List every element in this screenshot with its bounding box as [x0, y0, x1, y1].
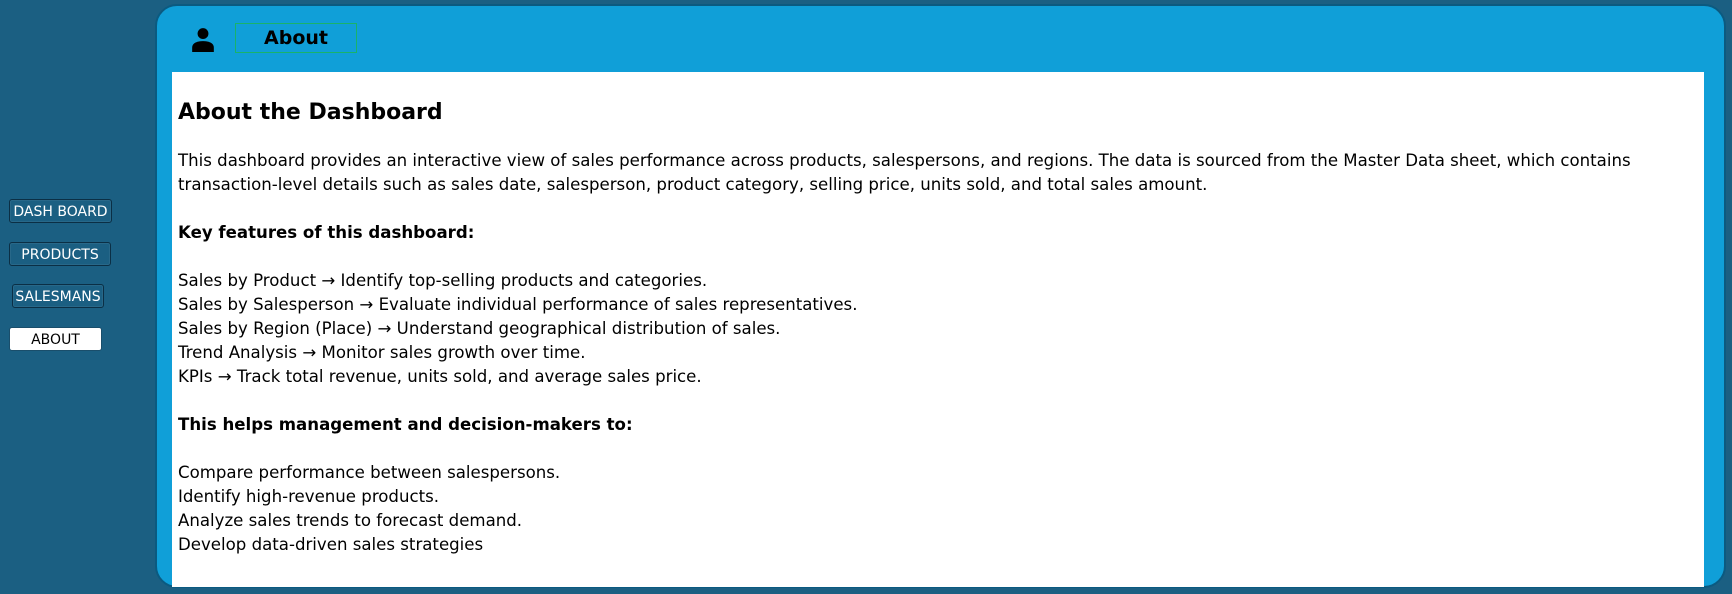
helps-item: Analyze sales trends to forecast demand. — [178, 511, 523, 530]
sidebar: DASH BOARD PRODUCTS SALESMANS ABOUT — [0, 0, 150, 594]
helps-item: Identify high-revenue products. — [178, 487, 440, 506]
helps-heading: This helps management and decision-maker… — [178, 415, 633, 434]
about-content: About the Dashboard This dashboard provi… — [172, 72, 1704, 587]
user-icon — [190, 26, 216, 52]
main-panel: About About the Dashboard This dashboard… — [155, 4, 1726, 588]
helps-item: Compare performance between salespersons… — [178, 463, 561, 482]
nav-button-about[interactable]: ABOUT — [9, 327, 102, 351]
intro-text: This dashboard provides an interactive v… — [178, 151, 1631, 194]
feature-item: Sales by Salesperson → Evaluate individu… — [178, 295, 858, 314]
nav-button-salesmans[interactable]: SALESMANS — [12, 284, 104, 308]
feature-item: Sales by Product → Identify top-selling … — [178, 271, 708, 290]
features-heading: Key features of this dashboard: — [178, 223, 475, 242]
content-heading: About the Dashboard — [178, 100, 443, 125]
helps-item: Develop data-driven sales strategies — [178, 535, 484, 554]
nav-button-products[interactable]: PRODUCTS — [9, 242, 111, 266]
feature-item: Trend Analysis → Monitor sales growth ov… — [178, 343, 586, 362]
nav-button-dashboard[interactable]: DASH BOARD — [9, 199, 112, 223]
page-title: About — [235, 23, 357, 53]
feature-item: Sales by Region (Place) → Understand geo… — [178, 319, 781, 338]
feature-item: KPIs → Track total revenue, units sold, … — [178, 367, 702, 386]
